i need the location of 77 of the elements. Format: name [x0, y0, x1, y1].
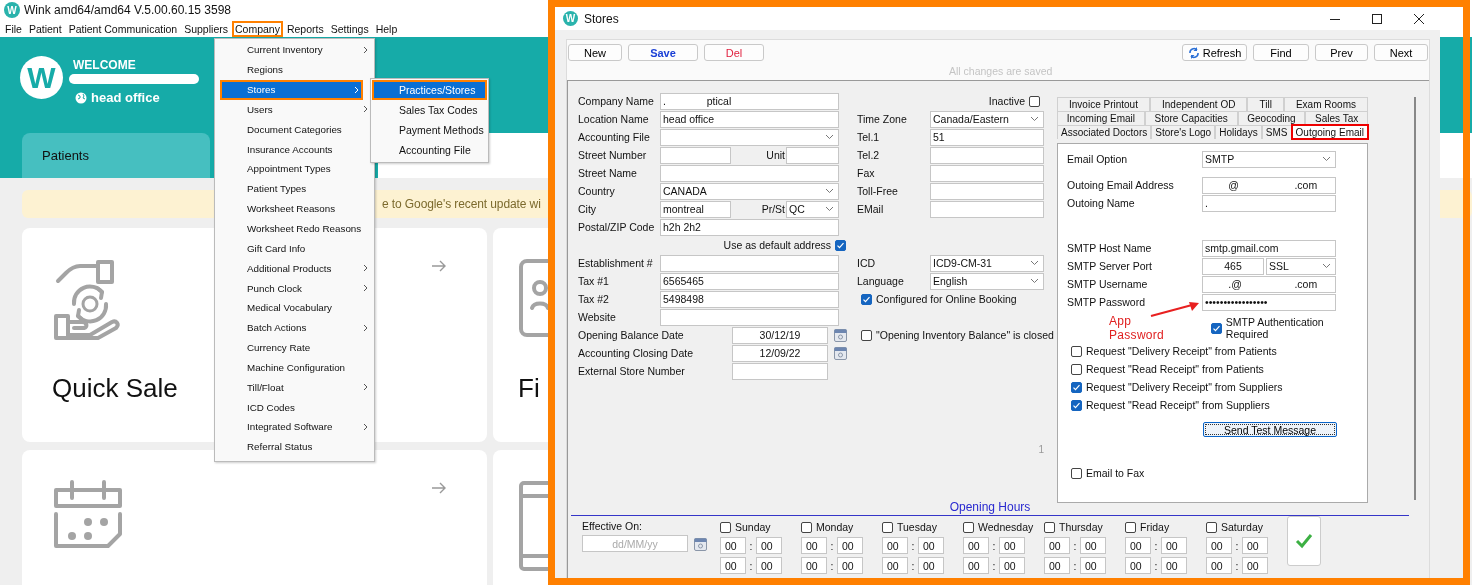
time-separator: : [829, 539, 835, 552]
location-label: head office [91, 90, 160, 105]
field-label: Website [578, 311, 617, 323]
time-separator: : [991, 559, 997, 572]
time-separator: : [1072, 559, 1078, 572]
field-label: Outoing Email Address [1067, 179, 1175, 191]
time-separator: : [910, 559, 916, 572]
field-label: ICD [857, 257, 877, 269]
checkbox-label: Request "Read Receipt" from Suppliers [1086, 399, 1270, 411]
field-label: EMail [857, 203, 885, 215]
time-separator: : [1234, 559, 1240, 572]
field-label: Company Name [578, 95, 655, 107]
field-label: Establishment # [578, 257, 654, 269]
annotation-text: App Password [1109, 314, 1166, 342]
field-label: Outoing Name [1067, 197, 1136, 209]
notice-text: e to Google's recent update wi [382, 197, 541, 211]
time-separator: : [748, 539, 754, 552]
time-separator: : [829, 559, 835, 572]
field-label: Postal/ZIP Code [578, 221, 656, 233]
field-label: Tel.1 [857, 131, 881, 143]
checkbox-label: Friday [1140, 521, 1170, 533]
time-separator: : [1153, 539, 1159, 552]
checkbox-label: Configured for Online Booking [876, 293, 1017, 305]
card-title: Fi [518, 373, 540, 404]
field-label: Language [857, 275, 905, 287]
field-label: SMTP Password [1067, 296, 1146, 308]
field-label: Tel.2 [857, 149, 881, 161]
card-title: Quick Sale [52, 373, 178, 404]
time-separator: : [1153, 559, 1159, 572]
time-separator: : [1234, 539, 1240, 552]
time-separator: : [910, 539, 916, 552]
field-label: City [578, 203, 598, 215]
field-label: Tax #1 [578, 275, 610, 287]
field-label: Time Zone [857, 113, 908, 125]
checkbox-label: Email to Fax [1086, 467, 1145, 479]
field-label: Accounting Closing Date [578, 347, 694, 359]
field-label: External Store Number [578, 365, 686, 377]
window-title: Stores [584, 11, 619, 26]
field-label: Opening Balance Date [578, 329, 685, 341]
checkbox-label: Request "Delivery Receipt" from Suppliers [1086, 381, 1283, 393]
checkbox-label: Request "Delivery Receipt" from Patients [1086, 345, 1277, 357]
field-label: Tax #2 [578, 293, 610, 305]
field-label: Street Name [578, 167, 638, 179]
checkbox-label: Sunday [735, 521, 771, 533]
app-logo: W [20, 56, 63, 99]
field-label: Pr/St [760, 203, 786, 215]
time-separator: : [748, 559, 754, 572]
checkbox-label: SMTP Authentication Required [1225, 316, 1325, 340]
checkbox-label: Tuesday [897, 521, 937, 533]
field-label: Email Option [1067, 153, 1129, 165]
checkbox-label: Wednesday [978, 521, 1034, 533]
field-label: Toll-Free [857, 185, 899, 197]
checkbox-label: Monday [816, 521, 854, 533]
checkbox-label: Saturday [1221, 521, 1264, 533]
field-label: Country [578, 185, 616, 197]
time-separator: : [1072, 539, 1078, 552]
field-label: SMTP Username [1067, 278, 1149, 290]
checkbox-label: Inactive [988, 95, 1025, 107]
faint-text: 1 [1037, 444, 1044, 455]
checkbox-label: Thursday [1059, 521, 1103, 533]
checkbox-label: "Opening Inventory Balance" is closed [876, 329, 1054, 341]
time-separator: : [991, 539, 997, 552]
app-logo: W [4, 2, 20, 18]
field-label: Fax [857, 167, 876, 179]
field-label: Effective On: [582, 520, 643, 532]
field-label: Street Number [578, 149, 648, 161]
checkbox-label: Request "Read Receipt" from Patients [1086, 363, 1264, 375]
window-title: Wink amd64/amd64 V.5.00.60.15 3598 [24, 3, 232, 17]
field-label: Unit [765, 149, 786, 161]
field-label: Location Name [578, 113, 650, 125]
field-label: SMTP Host Name [1067, 242, 1153, 254]
welcome-label: WELCOME [73, 58, 137, 72]
app-logo: W [563, 11, 578, 26]
section-title: Opening Hours [949, 500, 1031, 514]
field-label: Accounting File [578, 131, 651, 143]
field-label: SMTP Server Port [1067, 260, 1153, 272]
checkbox-label: Use as default address [723, 239, 831, 251]
